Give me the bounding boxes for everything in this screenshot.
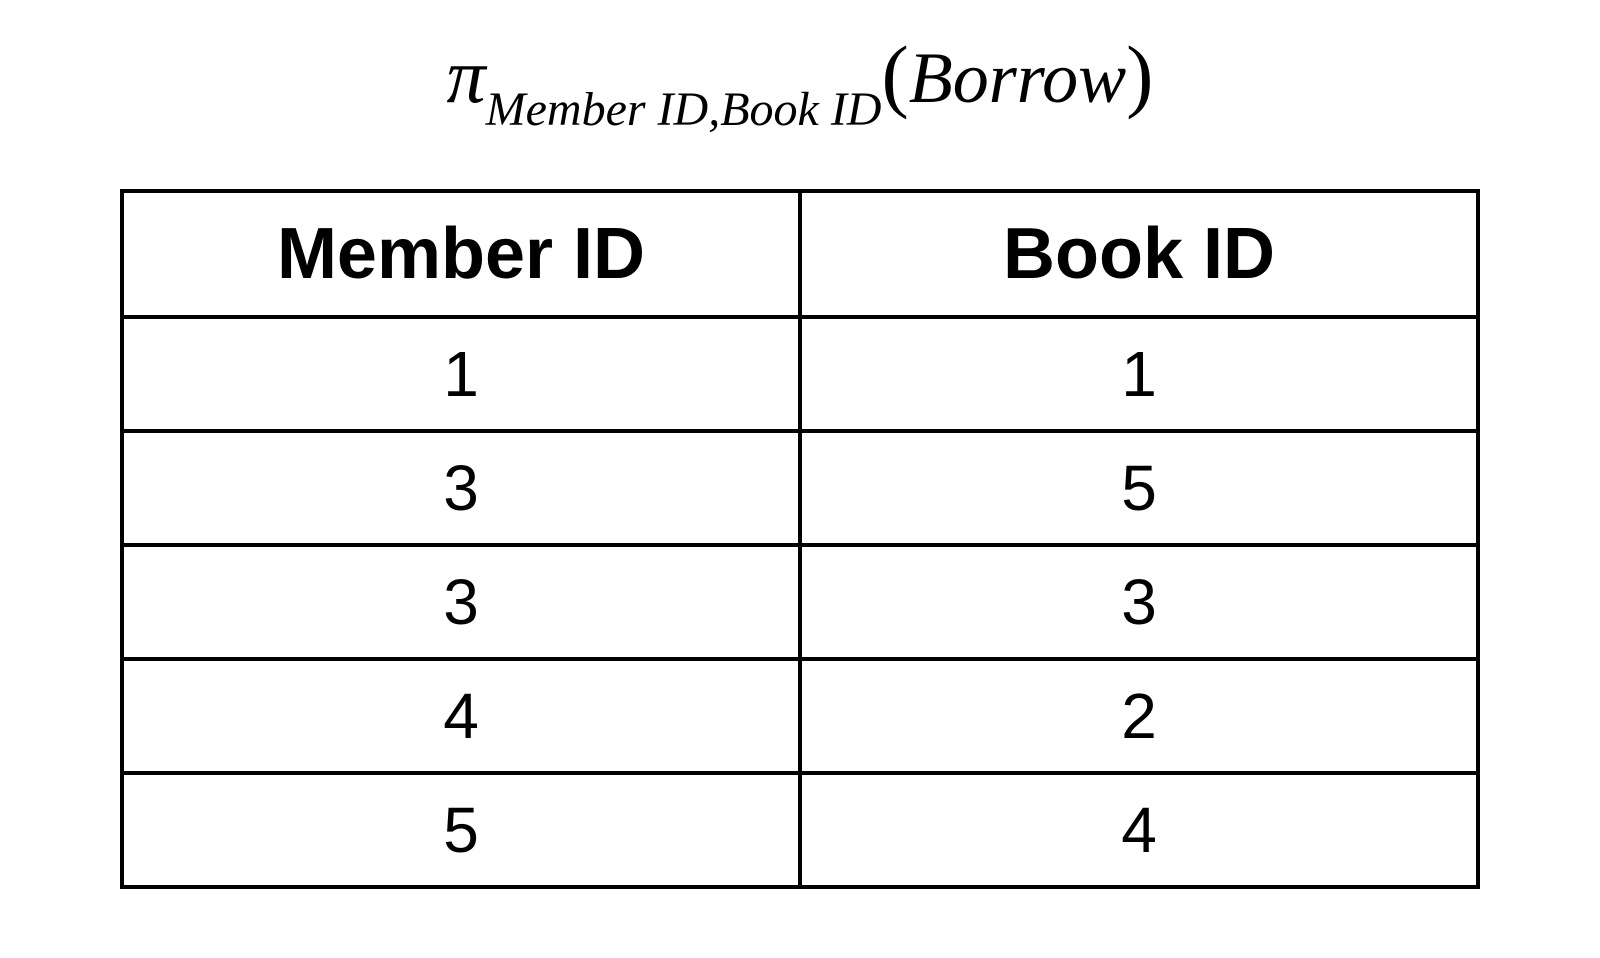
relation-name: Borrow [909,38,1126,118]
cell-book-id: 3 [800,545,1478,659]
column-header-book-id: Book ID [800,191,1478,317]
cell-member-id: 3 [122,545,800,659]
table-row: 1 1 [122,317,1478,431]
table-row: 3 5 [122,431,1478,545]
projection-attributes: Member ID,Book ID [486,83,882,136]
cell-book-id: 2 [800,659,1478,773]
projection-formula: πMember ID,Book ID(Borrow) [0,30,1600,129]
paren-close: ) [1126,29,1153,120]
cell-book-id: 5 [800,431,1478,545]
table-row: 3 3 [122,545,1478,659]
table-container: Member ID Book ID 1 1 3 5 3 3 4 2 5 [0,189,1600,889]
table-header-row: Member ID Book ID [122,191,1478,317]
cell-book-id: 1 [800,317,1478,431]
cell-book-id: 4 [800,773,1478,887]
paren-open: ( [881,29,908,120]
projection-result-table: Member ID Book ID 1 1 3 5 3 3 4 2 5 [120,189,1480,889]
pi-symbol: π [447,32,486,119]
column-header-member-id: Member ID [122,191,800,317]
table-row: 4 2 [122,659,1478,773]
cell-member-id: 1 [122,317,800,431]
cell-member-id: 4 [122,659,800,773]
cell-member-id: 3 [122,431,800,545]
cell-member-id: 5 [122,773,800,887]
table-row: 5 4 [122,773,1478,887]
